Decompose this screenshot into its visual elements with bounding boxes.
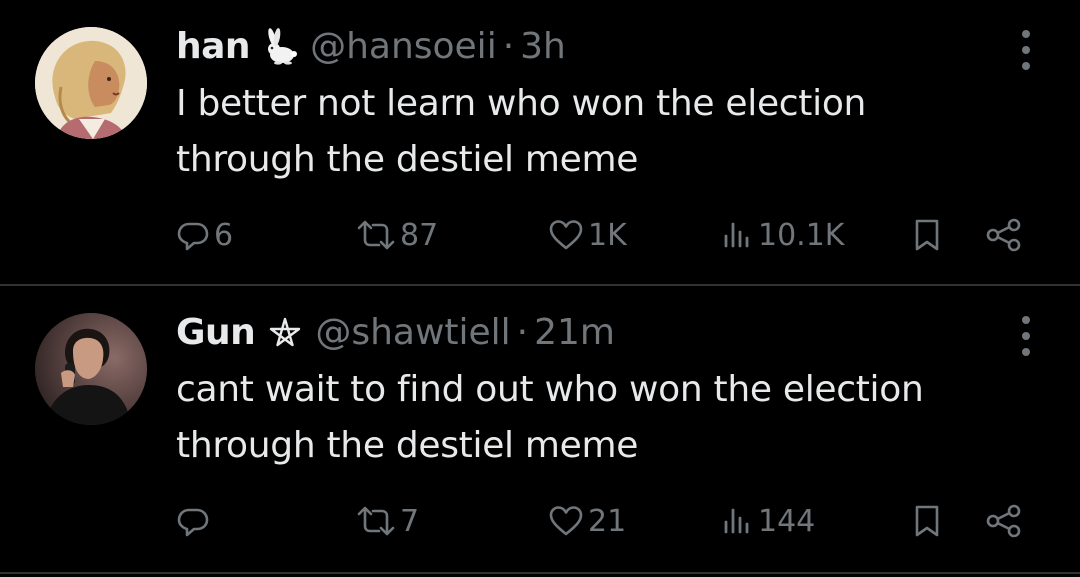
like-button[interactable]: 1K	[548, 210, 627, 260]
bookmark-icon	[910, 503, 948, 539]
reply-count: 6	[214, 217, 234, 253]
tweet-text-line: I better not learn who won the election	[176, 83, 867, 124]
display-name[interactable]: han	[176, 22, 251, 72]
retweet-button[interactable]: 87	[356, 210, 438, 260]
action-bar: 7 21 144	[0, 496, 1080, 546]
display-name[interactable]: Gun	[176, 308, 256, 358]
timestamp[interactable]: 21m	[534, 308, 615, 358]
like-button[interactable]: 21	[548, 496, 626, 546]
tweet-text-line: through the destiel meme	[176, 425, 639, 466]
more-options-icon[interactable]	[1016, 316, 1036, 356]
separator-dot: ·	[516, 312, 529, 353]
tweet-text-line: cant wait to find out who won the electi…	[176, 369, 924, 410]
separator-dot: ·	[502, 26, 515, 67]
reply-icon	[176, 218, 214, 252]
views-icon	[720, 504, 758, 538]
share-icon	[985, 504, 1027, 538]
like-count: 21	[588, 503, 627, 539]
handle[interactable]: @hansoeii	[310, 22, 497, 72]
tweet-divider	[0, 572, 1080, 574]
pentagram-icon	[265, 313, 305, 353]
action-bar: 6 87 1K 10.1K	[0, 210, 1080, 260]
timestamp[interactable]: 3h	[520, 22, 566, 72]
share-button[interactable]	[985, 210, 1027, 260]
share-button[interactable]	[985, 496, 1027, 546]
heart-icon	[548, 218, 588, 252]
reply-icon	[176, 504, 214, 538]
views-count: 144	[758, 503, 816, 539]
rabbit-emoji-icon	[260, 27, 300, 67]
bookmark-button[interactable]	[910, 210, 948, 260]
reply-button[interactable]: 6	[176, 210, 233, 260]
reply-button[interactable]	[176, 496, 214, 546]
views-button[interactable]: 10.1K	[720, 210, 844, 260]
retweet-icon	[356, 218, 400, 252]
like-count: 1K	[588, 217, 627, 253]
retweet-button[interactable]: 7	[356, 496, 419, 546]
views-count: 10.1K	[758, 217, 845, 253]
retweet-icon	[356, 504, 400, 538]
heart-icon	[548, 504, 588, 538]
retweet-count: 7	[400, 503, 420, 539]
avatar[interactable]	[35, 27, 147, 139]
more-options-icon[interactable]	[1016, 30, 1036, 70]
tweet[interactable]: Gun @shawtiell · 21m cant wait to find o…	[0, 286, 1080, 574]
views-icon	[720, 218, 758, 252]
views-button[interactable]: 144	[720, 496, 815, 546]
retweet-count: 87	[400, 217, 439, 253]
avatar[interactable]	[35, 313, 147, 425]
tweet-text-line: through the destiel meme	[176, 139, 639, 180]
tweet-text: cant wait to find out who won the electi…	[176, 362, 1036, 474]
bookmark-icon	[910, 217, 948, 253]
share-icon	[985, 218, 1027, 252]
handle[interactable]: @shawtiell	[315, 308, 510, 358]
bookmark-button[interactable]	[910, 496, 948, 546]
tweet[interactable]: han @hansoeii · 3h I better not learn wh…	[0, 0, 1080, 284]
tweet-text: I better not learn who won the election …	[176, 76, 1036, 188]
tweet-header: han @hansoeii · 3h	[176, 22, 566, 72]
tweet-header: Gun @shawtiell · 21m	[176, 308, 615, 358]
